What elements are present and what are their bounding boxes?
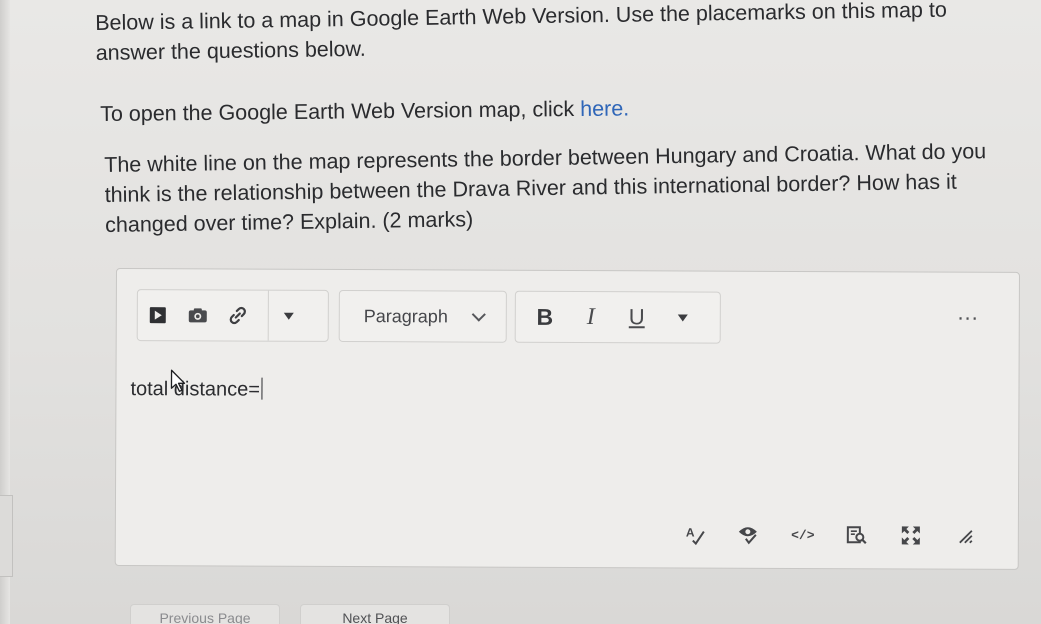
rich-text-editor[interactable]: Paragraph B I U ... total distance= A </… bbox=[114, 268, 1020, 570]
underline-button[interactable]: U bbox=[614, 297, 660, 337]
preview-search-icon bbox=[846, 526, 867, 545]
insert-media-button[interactable] bbox=[138, 295, 178, 335]
paragraph-format-select[interactable]: Paragraph bbox=[340, 296, 506, 337]
preview-button[interactable] bbox=[830, 520, 884, 550]
insert-more-dropdown[interactable] bbox=[269, 296, 309, 336]
resize-grip-icon bbox=[959, 530, 973, 544]
editor-content[interactable]: total distance= bbox=[130, 369, 263, 402]
mouse-pointer-icon bbox=[170, 369, 186, 392]
italic-button[interactable]: I bbox=[568, 297, 614, 337]
spellcheck-icon: A bbox=[686, 525, 705, 546]
editor-status-bar: A </> bbox=[668, 519, 992, 550]
next-page-button[interactable]: Next Page bbox=[300, 604, 450, 624]
question-paragraph: The white line on the map represents the… bbox=[104, 139, 987, 237]
video-play-icon bbox=[149, 307, 166, 324]
side-panel-tab[interactable] bbox=[0, 495, 13, 577]
insert-toolbar-group bbox=[136, 289, 329, 342]
open-map-paragraph: To open the Google Earth Web Version map… bbox=[100, 90, 1000, 129]
text-cursor bbox=[260, 377, 263, 400]
intro-paragraph: Below is a link to a map in Google Earth… bbox=[95, 0, 947, 65]
editor-text: total distance= bbox=[130, 378, 261, 401]
more-options-button[interactable]: ... bbox=[957, 300, 978, 325]
format-more-dropdown[interactable] bbox=[660, 297, 706, 337]
bold-button[interactable]: B bbox=[522, 297, 568, 337]
chevron-down-icon bbox=[471, 307, 486, 322]
code-icon: </> bbox=[791, 527, 815, 543]
camera-icon bbox=[188, 308, 207, 323]
expand-icon bbox=[901, 526, 920, 545]
html-source-button[interactable]: </> bbox=[776, 520, 830, 550]
link-icon bbox=[229, 306, 246, 325]
block-format-group: Paragraph bbox=[338, 289, 507, 343]
fullscreen-button[interactable] bbox=[884, 520, 938, 550]
svg-text:A: A bbox=[686, 525, 695, 539]
open-map-text: To open the Google Earth Web Version map… bbox=[100, 96, 581, 126]
accessibility-checker-button[interactable] bbox=[722, 520, 776, 550]
paragraph-format-label: Paragraph bbox=[363, 305, 448, 326]
insert-link-button[interactable] bbox=[218, 295, 258, 335]
editor-toolbar: Paragraph B I U ... bbox=[117, 269, 1019, 363]
caret-down-icon bbox=[283, 312, 294, 320]
previous-page-button[interactable]: Previous Page bbox=[130, 604, 280, 624]
caret-down-icon bbox=[677, 313, 688, 321]
insert-image-button[interactable] bbox=[178, 295, 218, 335]
text-format-group: B I U bbox=[514, 290, 721, 344]
open-map-link[interactable]: here. bbox=[580, 96, 629, 121]
resize-handle[interactable] bbox=[938, 521, 992, 551]
eye-check-icon bbox=[738, 527, 757, 545]
spellcheck-button[interactable]: A bbox=[668, 519, 722, 549]
